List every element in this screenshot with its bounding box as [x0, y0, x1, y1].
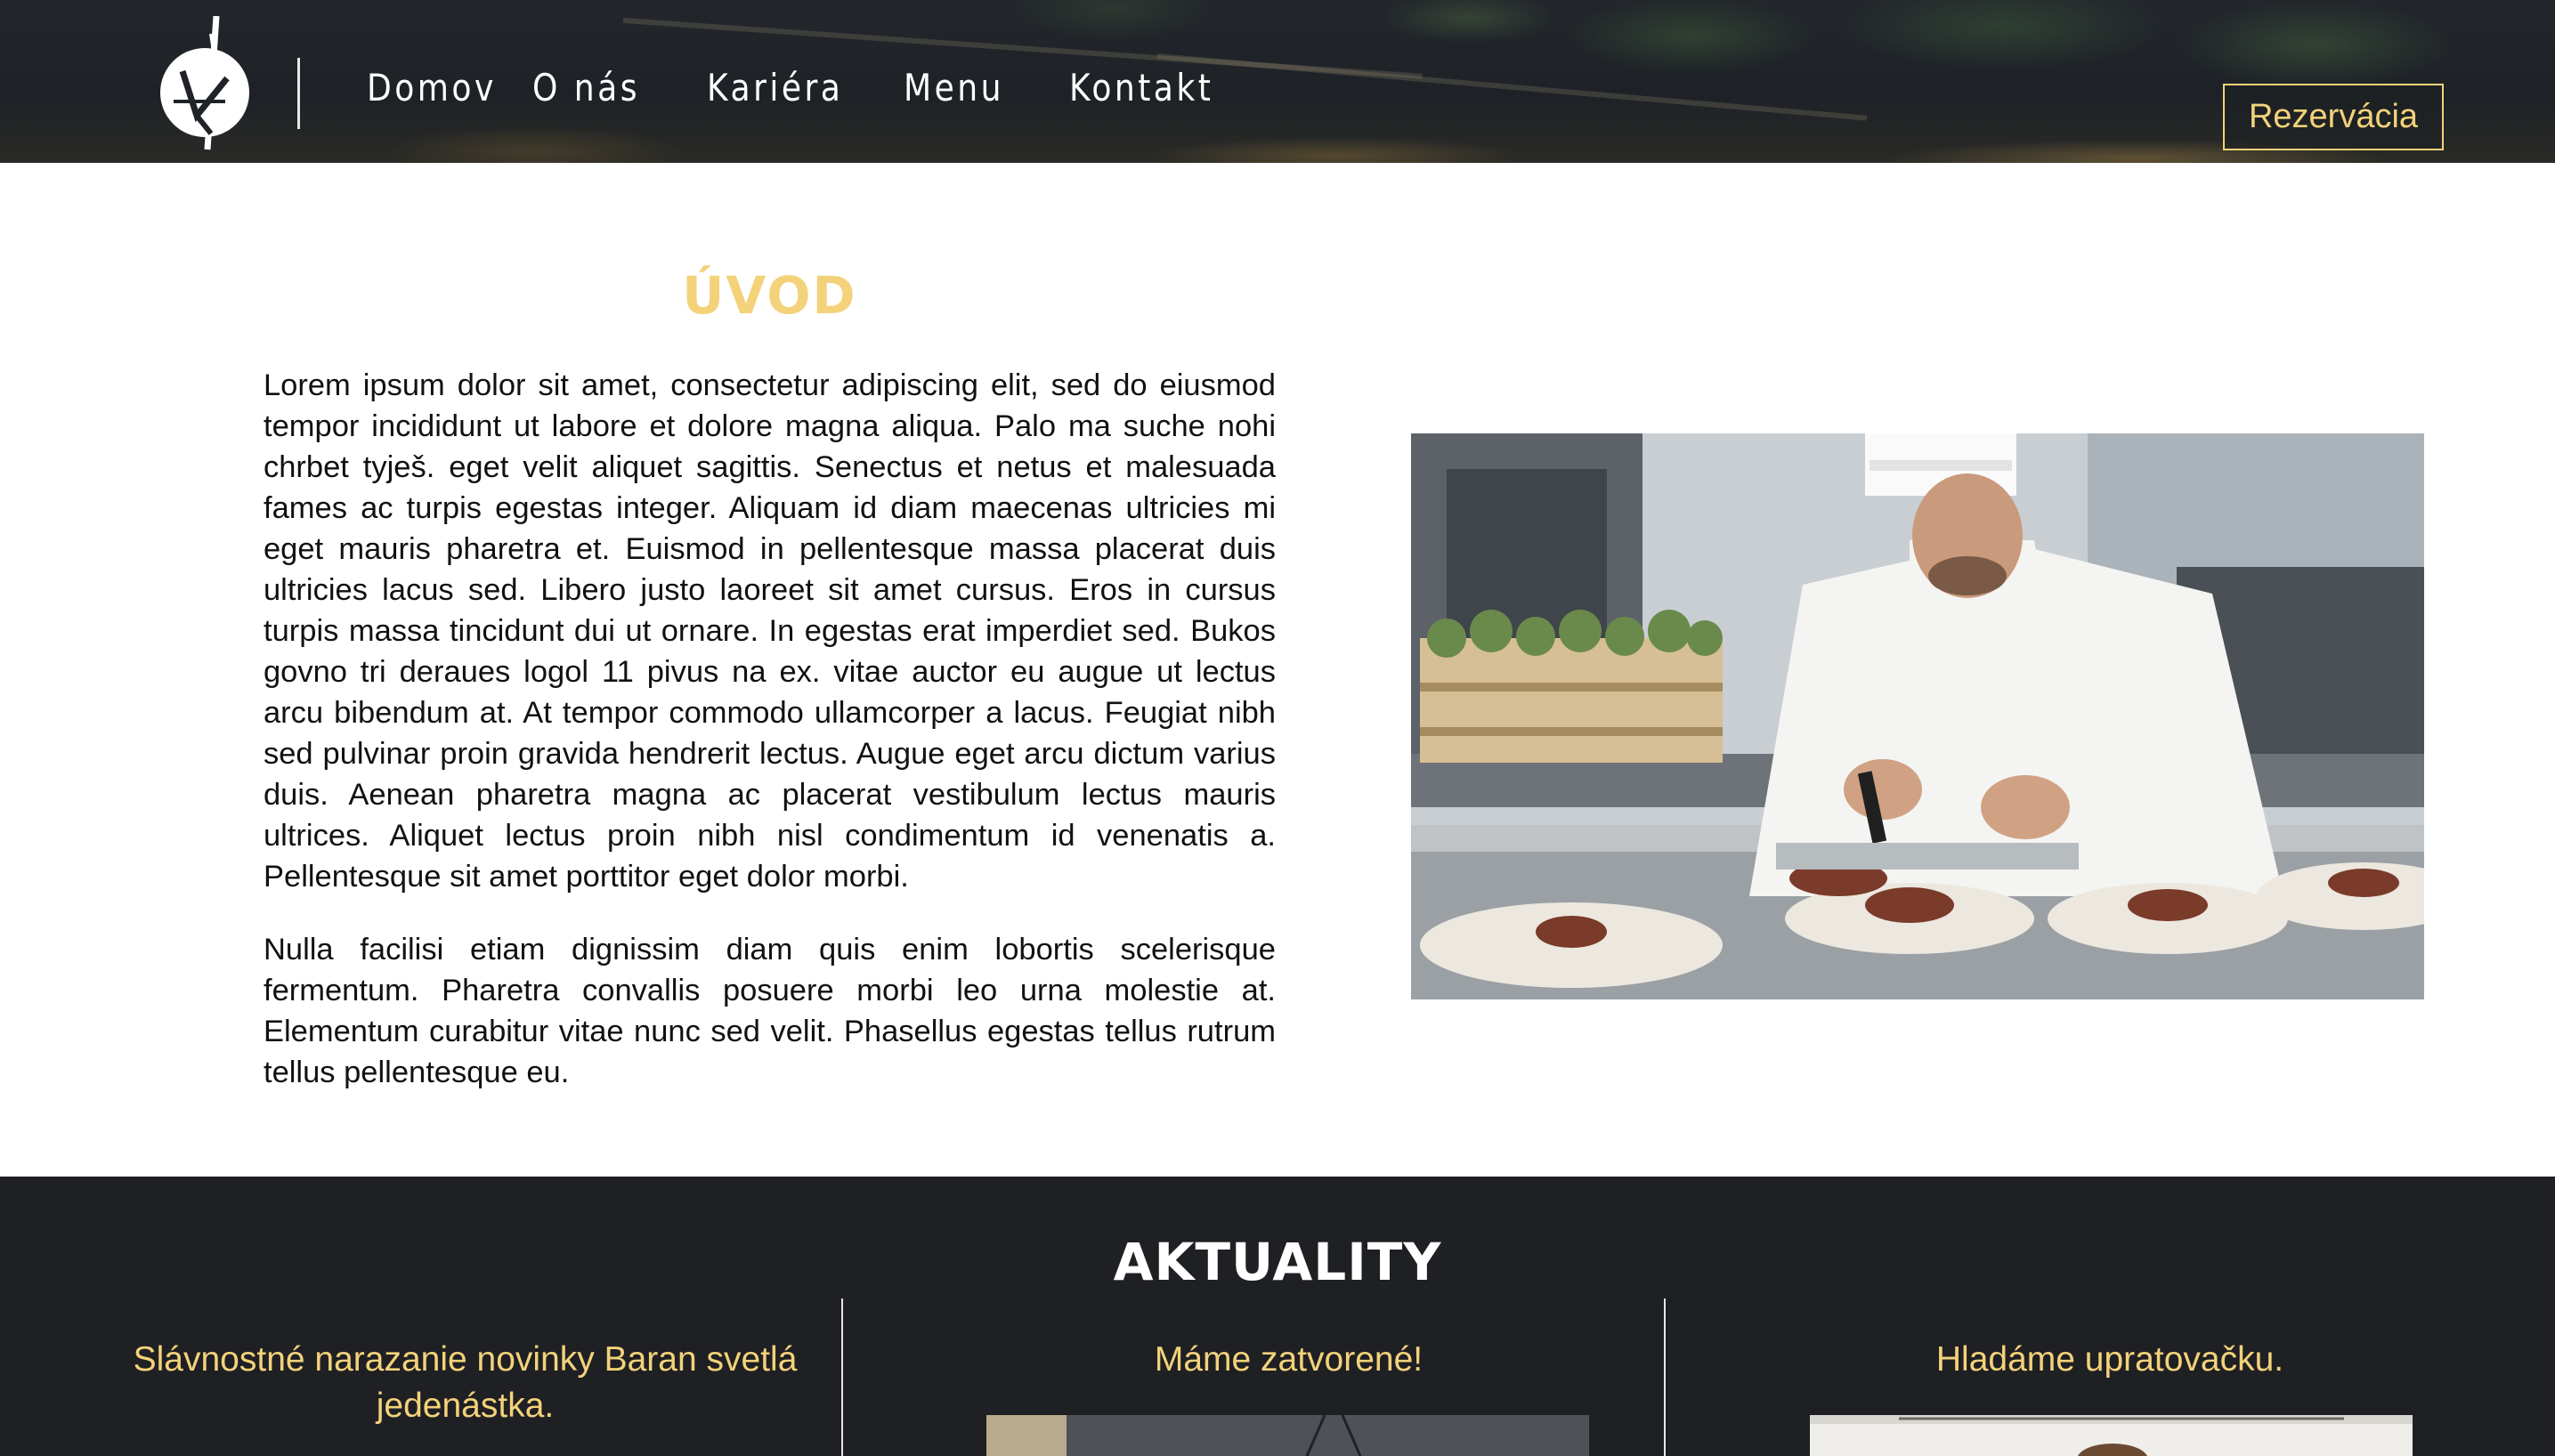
- news-item-title[interactable]: Máme zatvorené!: [944, 1337, 1634, 1383]
- intro-text: Lorem ipsum dolor sit amet, consectetur …: [264, 365, 1276, 1125]
- nav-home[interactable]: Domov: [367, 66, 493, 109]
- news-item-image[interactable]: [1810, 1415, 2413, 1456]
- intro-paragraph: Lorem ipsum dolor sit amet, consectetur …: [264, 368, 1276, 894]
- news-section: AKTUALITY Slávnostné narazanie novinky B…: [0, 1177, 2555, 1456]
- intro-title: ÚVOD: [682, 265, 857, 326]
- news-divider: [841, 1298, 843, 1456]
- news-title: AKTUALITY: [1113, 1232, 1442, 1292]
- nav-menu[interactable]: Menu: [904, 66, 1002, 109]
- site-logo[interactable]: [156, 15, 254, 154]
- news-item-image[interactable]: [986, 1415, 1589, 1456]
- nav-about[interactable]: O nás: [532, 66, 637, 109]
- reservation-button[interactable]: Rezervácia: [2223, 84, 2444, 150]
- news-item-title[interactable]: Hladáme upratovačku.: [1767, 1337, 2453, 1383]
- news-divider: [1664, 1298, 1666, 1456]
- site-header: Domov O nás Kariéra Menu Kontakt Rezervá…: [0, 0, 2555, 163]
- nav-career[interactable]: Kariéra: [707, 66, 840, 109]
- chef-photo: [1411, 433, 2424, 999]
- main-nav: Domov O nás Kariéra Menu Kontakt: [367, 66, 1305, 109]
- nav-contact[interactable]: Kontakt: [1069, 66, 1213, 109]
- header-divider: [297, 58, 300, 129]
- intro-paragraph: Nulla facilisi etiam dignissim diam quis…: [264, 933, 1276, 1089]
- news-item-title[interactable]: Slávnostné narazanie novinky Baran svetl…: [125, 1337, 806, 1429]
